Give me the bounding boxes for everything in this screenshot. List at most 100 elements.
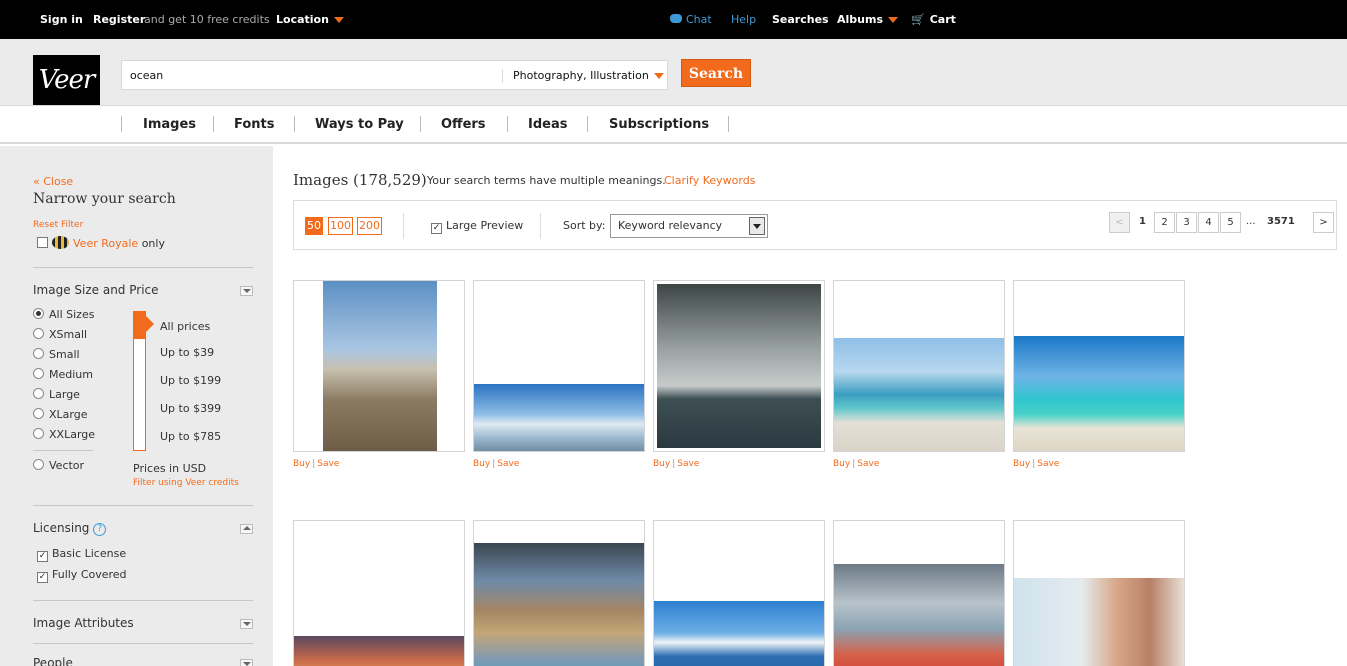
people-title[interactable]: People bbox=[33, 656, 73, 666]
divider bbox=[33, 505, 253, 506]
price-option-199[interactable]: Up to $199 bbox=[160, 374, 221, 387]
search-scope-select[interactable]: Photography, Illustration bbox=[513, 69, 664, 82]
header: Veer ocean Photography, Illustration Sea… bbox=[0, 39, 1347, 106]
divider bbox=[33, 267, 253, 268]
nav-tab-fonts[interactable]: Fonts bbox=[234, 117, 275, 132]
size-label: Medium bbox=[49, 368, 93, 381]
page-5[interactable]: 5 bbox=[1220, 212, 1241, 233]
search-input[interactable]: ocean Photography, Illustration bbox=[121, 60, 668, 90]
page-3[interactable]: 3 bbox=[1176, 212, 1197, 233]
filter-credits-link[interactable]: Filter using Veer credits bbox=[133, 478, 239, 488]
size-label: All Sizes bbox=[49, 308, 95, 321]
size-label: XLarge bbox=[49, 408, 88, 421]
image-result[interactable] bbox=[653, 520, 825, 666]
size-price-title[interactable]: Image Size and Price bbox=[33, 283, 159, 297]
page-4[interactable]: 4 bbox=[1198, 212, 1219, 233]
size-option-all[interactable]: All Sizes bbox=[33, 308, 94, 321]
sort-select[interactable]: Keyword relevancy bbox=[610, 214, 768, 238]
save-link[interactable]: Save bbox=[1037, 459, 1059, 469]
photo-sunset bbox=[294, 636, 464, 666]
size-option-xxlarge[interactable]: XXLarge bbox=[33, 428, 95, 441]
nav-tab-images[interactable]: Images bbox=[143, 117, 196, 132]
image-result[interactable] bbox=[473, 520, 645, 666]
chat-link[interactable]: Chat bbox=[670, 13, 712, 26]
buy-link[interactable]: Buy bbox=[1013, 459, 1030, 469]
license-fully-covered[interactable]: ✓ Fully Covered bbox=[37, 568, 127, 583]
image-result[interactable] bbox=[473, 280, 645, 452]
prev-page-button[interactable]: < bbox=[1109, 212, 1130, 233]
photo-modern-house bbox=[474, 543, 644, 666]
image-result[interactable] bbox=[1013, 280, 1185, 452]
nav-tab-ideas[interactable]: Ideas bbox=[528, 117, 567, 132]
image-result[interactable] bbox=[293, 280, 465, 452]
veer-royale-filter[interactable]: Veer Royale only bbox=[37, 236, 165, 250]
search-button[interactable]: Search bbox=[681, 59, 751, 87]
save-link[interactable]: Save bbox=[857, 459, 879, 469]
nav-tab-ways-to-pay[interactable]: Ways to Pay bbox=[315, 117, 404, 132]
size-option-vector[interactable]: Vector bbox=[33, 459, 84, 472]
price-option-39[interactable]: Up to $39 bbox=[160, 346, 214, 359]
page-last[interactable]: 3571 bbox=[1267, 216, 1295, 227]
nav-divider bbox=[121, 116, 122, 132]
per-page-200[interactable]: 200 bbox=[357, 217, 382, 235]
buy-link[interactable]: Buy bbox=[293, 459, 310, 469]
veer-royale-checkbox[interactable] bbox=[37, 237, 48, 248]
help-link[interactable]: Help bbox=[731, 13, 756, 26]
bee-icon bbox=[52, 236, 69, 249]
size-option-xsmall[interactable]: XSmall bbox=[33, 328, 87, 341]
save-link[interactable]: Save bbox=[317, 459, 339, 469]
licensing-title[interactable]: Licensing ? bbox=[33, 521, 107, 536]
buy-save-links: Buy | Save bbox=[473, 459, 520, 469]
buy-link[interactable]: Buy bbox=[653, 459, 670, 469]
cart-link[interactable]: 🛒 Cart bbox=[911, 13, 956, 26]
location-menu[interactable]: Location bbox=[276, 13, 344, 26]
image-result[interactable] bbox=[293, 520, 465, 666]
image-attributes-title[interactable]: Image Attributes bbox=[33, 616, 134, 630]
nav-tab-subscriptions[interactable]: Subscriptions bbox=[609, 117, 709, 132]
collapse-icon[interactable] bbox=[240, 524, 253, 534]
collapse-icon[interactable] bbox=[240, 286, 253, 296]
per-page-50[interactable]: 50 bbox=[305, 217, 323, 235]
size-option-xlarge[interactable]: XLarge bbox=[33, 408, 87, 421]
page-1[interactable]: 1 bbox=[1132, 212, 1153, 233]
sort-label: Sort by: bbox=[563, 219, 606, 232]
sign-in-link[interactable]: Sign in bbox=[40, 13, 83, 26]
image-result[interactable] bbox=[1013, 520, 1185, 666]
divider bbox=[33, 600, 253, 601]
size-option-small[interactable]: Small bbox=[33, 348, 80, 361]
photo-stormy-sea bbox=[657, 284, 821, 448]
large-preview-toggle[interactable]: ✓ Large Preview bbox=[431, 219, 523, 234]
buy-link[interactable]: Buy bbox=[833, 459, 850, 469]
price-option-785[interactable]: Up to $785 bbox=[160, 430, 221, 443]
collapse-icon[interactable] bbox=[240, 659, 253, 666]
reset-filter-link[interactable]: Reset Filter bbox=[33, 220, 83, 230]
size-option-medium[interactable]: Medium bbox=[33, 368, 93, 381]
nav-divider bbox=[294, 116, 295, 132]
clarify-keywords-link[interactable]: Clarify Keywords bbox=[664, 174, 755, 187]
meanings-note: Your search terms have multiple meanings… bbox=[427, 174, 666, 187]
collapse-icon[interactable] bbox=[240, 619, 253, 629]
nav-tab-offers[interactable]: Offers bbox=[441, 117, 486, 132]
price-slider-handle[interactable] bbox=[146, 316, 154, 332]
cart-label: Cart bbox=[929, 13, 956, 26]
searches-link[interactable]: Searches bbox=[772, 13, 829, 26]
license-basic[interactable]: ✓ Basic License bbox=[37, 547, 126, 562]
save-link[interactable]: Save bbox=[677, 459, 699, 469]
albums-menu[interactable]: Albums bbox=[837, 13, 898, 26]
close-sidebar-link[interactable]: « Close bbox=[33, 175, 73, 188]
save-link[interactable]: Save bbox=[497, 459, 519, 469]
price-option-399[interactable]: Up to $399 bbox=[160, 402, 221, 415]
page-2[interactable]: 2 bbox=[1154, 212, 1175, 233]
image-result[interactable] bbox=[653, 280, 825, 452]
next-page-button[interactable]: > bbox=[1313, 212, 1334, 233]
register-link[interactable]: Register bbox=[93, 13, 145, 26]
image-result[interactable] bbox=[833, 280, 1005, 452]
per-page-100[interactable]: 100 bbox=[328, 217, 353, 235]
buy-link[interactable]: Buy bbox=[473, 459, 490, 469]
image-result[interactable] bbox=[833, 520, 1005, 666]
size-option-large[interactable]: Large bbox=[33, 388, 80, 401]
help-icon[interactable]: ? bbox=[93, 523, 107, 536]
veer-logo[interactable]: Veer bbox=[33, 55, 100, 105]
search-query: ocean bbox=[130, 69, 164, 82]
price-option-all[interactable]: All prices bbox=[160, 320, 210, 333]
